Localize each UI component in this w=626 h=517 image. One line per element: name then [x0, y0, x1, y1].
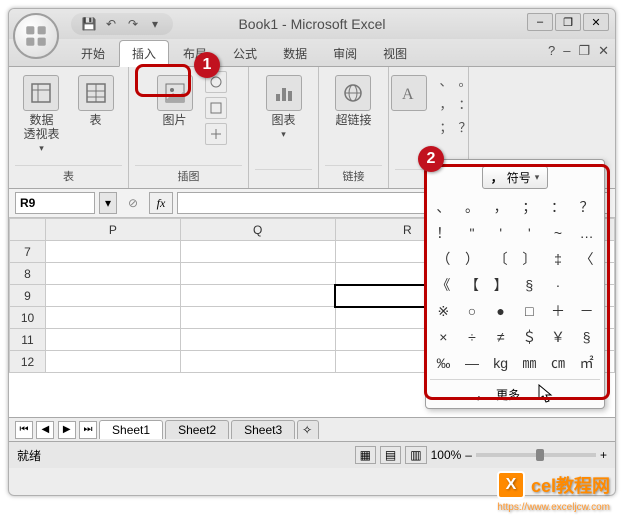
hyperlink-icon [335, 75, 371, 111]
callout-insert-tab [135, 64, 191, 97]
row-header[interactable]: 8 [10, 263, 46, 285]
doc-minimize-button[interactable]: – [563, 43, 570, 59]
qat-dropdown-icon[interactable]: ▾ [147, 16, 163, 32]
last-sheet-icon[interactable]: ⏭ [79, 421, 97, 439]
chart-icon [266, 75, 302, 111]
text-button[interactable]: A [385, 71, 433, 115]
sheet-tab-2[interactable]: Sheet2 [165, 420, 229, 439]
new-sheet-button[interactable]: ✧ [297, 420, 319, 439]
redo-icon[interactable]: ↷ [125, 16, 141, 32]
callout-symbol-popup [424, 164, 610, 400]
view-pagebreak-icon[interactable]: ▥ [405, 446, 426, 464]
chevron-down-icon: ▾ [281, 129, 286, 140]
fx-button[interactable]: fx [149, 192, 173, 214]
callout-badge-2: 2 [418, 146, 444, 172]
maximize-button[interactable]: ❐ [555, 13, 581, 31]
office-button[interactable] [13, 13, 59, 59]
pivot-table-button[interactable]: 数据 透视表 ▾ [17, 71, 65, 158]
row-header[interactable]: 10 [10, 307, 46, 329]
column-header[interactable]: Q [180, 219, 335, 241]
zoom-in-button[interactable]: + [600, 448, 607, 462]
sheet-tab-3[interactable]: Sheet3 [231, 420, 295, 439]
undo-icon[interactable]: ↶ [103, 16, 119, 32]
title-bar: 💾 ↶ ↷ ▾ Book1 - Microsoft Excel – ❐ ✕ [9, 9, 615, 39]
close-button[interactable]: ✕ [583, 13, 609, 31]
window-title: Book1 - Microsoft Excel [238, 16, 385, 32]
callout-badge-1: 1 [194, 52, 220, 78]
help-icon[interactable]: ? [548, 43, 555, 59]
zoom-out-button[interactable]: – [465, 448, 472, 462]
row-header[interactable]: 12 [10, 351, 46, 373]
chart-label: 图表 [271, 113, 295, 127]
minimize-button[interactable]: – [527, 13, 553, 31]
ribbon-tabs: 开始 插入 布局 公式 数据 审阅 视图 ? – ❐ ✕ [9, 39, 615, 67]
svg-text:A: A [402, 86, 414, 103]
column-header[interactable]: P [46, 219, 181, 241]
name-box-dropdown[interactable]: ▾ [99, 192, 117, 214]
watermark-url: https://www.exceljcw.com [497, 502, 610, 513]
status-bar: 就绪 ▦ ▤ ▥ 100% – + [9, 442, 615, 468]
next-sheet-icon[interactable]: ▶ [58, 421, 76, 439]
link-group-label: 链接 [325, 165, 382, 186]
tab-data[interactable]: 数据 [271, 41, 319, 66]
pivot-table-icon [23, 75, 59, 111]
sheet-nav[interactable]: ⏮ ◀ ▶ ⏭ [15, 421, 97, 439]
sheet-tab-bar: ⏮ ◀ ▶ ⏭ Sheet1 Sheet2 Sheet3 ✧ [9, 418, 615, 442]
watermark-logo: X [497, 471, 525, 499]
doc-close-button[interactable]: ✕ [598, 43, 609, 59]
watermark: X cel教程网 https://www.exceljcw.com [497, 471, 610, 499]
quick-access-toolbar: 💾 ↶ ↷ ▾ [71, 13, 173, 35]
save-icon[interactable]: 💾 [81, 16, 97, 32]
tab-insert[interactable]: 插入 [119, 40, 169, 67]
tab-home[interactable]: 开始 [69, 41, 117, 66]
tab-view[interactable]: 视图 [371, 41, 419, 66]
picture-label: 图片 [162, 113, 186, 127]
row-header[interactable]: 9 [10, 285, 46, 307]
hyperlink-button[interactable]: 超链接 [329, 71, 377, 131]
table-icon [78, 75, 114, 111]
illustrations-group-label: 插图 [135, 165, 242, 186]
select-all-corner[interactable] [10, 219, 46, 241]
chevron-down-icon: ▾ [39, 143, 44, 154]
pivot-label: 数据 透视表 [23, 113, 59, 141]
hyperlink-label: 超链接 [335, 113, 371, 127]
row-header[interactable]: 7 [10, 241, 46, 263]
sheet-tab-1[interactable]: Sheet1 [99, 420, 163, 439]
tab-formulas[interactable]: 公式 [221, 41, 269, 66]
chart-button[interactable]: 图表 ▾ [260, 71, 308, 144]
first-sheet-icon[interactable]: ⏮ [15, 421, 33, 439]
table-label: 表 [89, 113, 101, 127]
tab-review[interactable]: 审阅 [321, 41, 369, 66]
text-icon: A [391, 75, 427, 111]
doc-restore-button[interactable]: ❐ [578, 43, 590, 59]
watermark-text: cel教程网 [531, 472, 610, 498]
prev-sheet-icon[interactable]: ◀ [36, 421, 54, 439]
tables-group-label: 表 [15, 165, 122, 186]
view-normal-icon[interactable]: ▦ [355, 446, 376, 464]
chart-group-label [255, 169, 312, 186]
name-box[interactable]: R9 [15, 192, 95, 214]
row-header[interactable]: 11 [10, 329, 46, 351]
view-layout-icon[interactable]: ▤ [380, 446, 401, 464]
status-ready: 就绪 [17, 447, 41, 464]
shapes-button[interactable] [205, 97, 227, 119]
zoom-slider[interactable] [476, 453, 596, 457]
smartart-button[interactable] [205, 123, 227, 145]
table-button[interactable]: 表 [72, 71, 120, 131]
zoom-level[interactable]: 100% [431, 448, 462, 462]
